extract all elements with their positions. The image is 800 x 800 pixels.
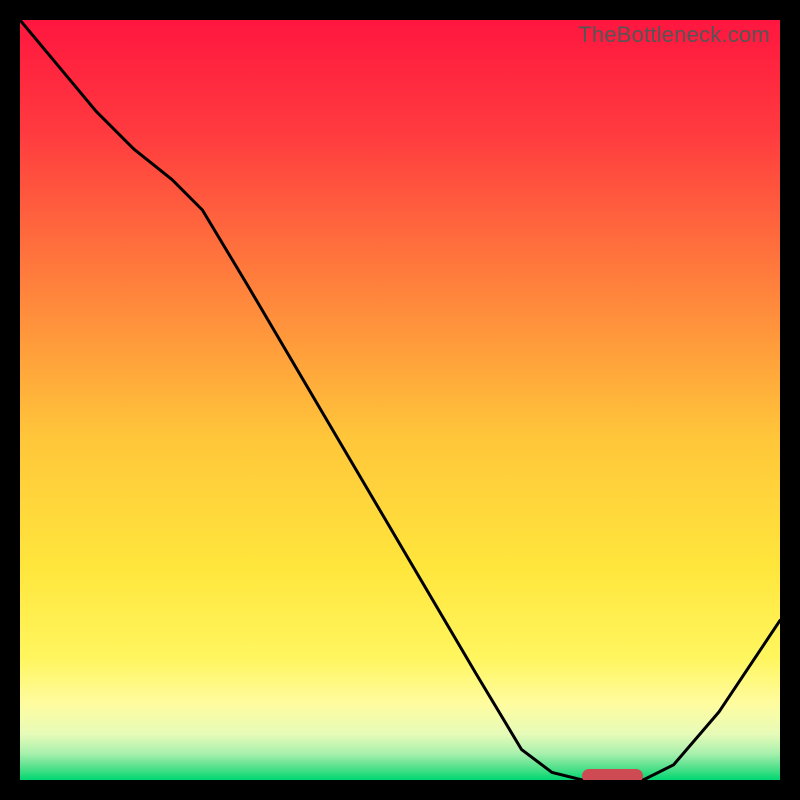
watermark-label: TheBottleneck.com bbox=[578, 22, 770, 48]
chart-frame: TheBottleneck.com bbox=[0, 0, 800, 800]
gradient-background bbox=[20, 20, 780, 780]
plot-area: TheBottleneck.com bbox=[20, 20, 780, 780]
bottleneck-chart bbox=[20, 20, 780, 780]
optimal-marker bbox=[582, 769, 643, 780]
